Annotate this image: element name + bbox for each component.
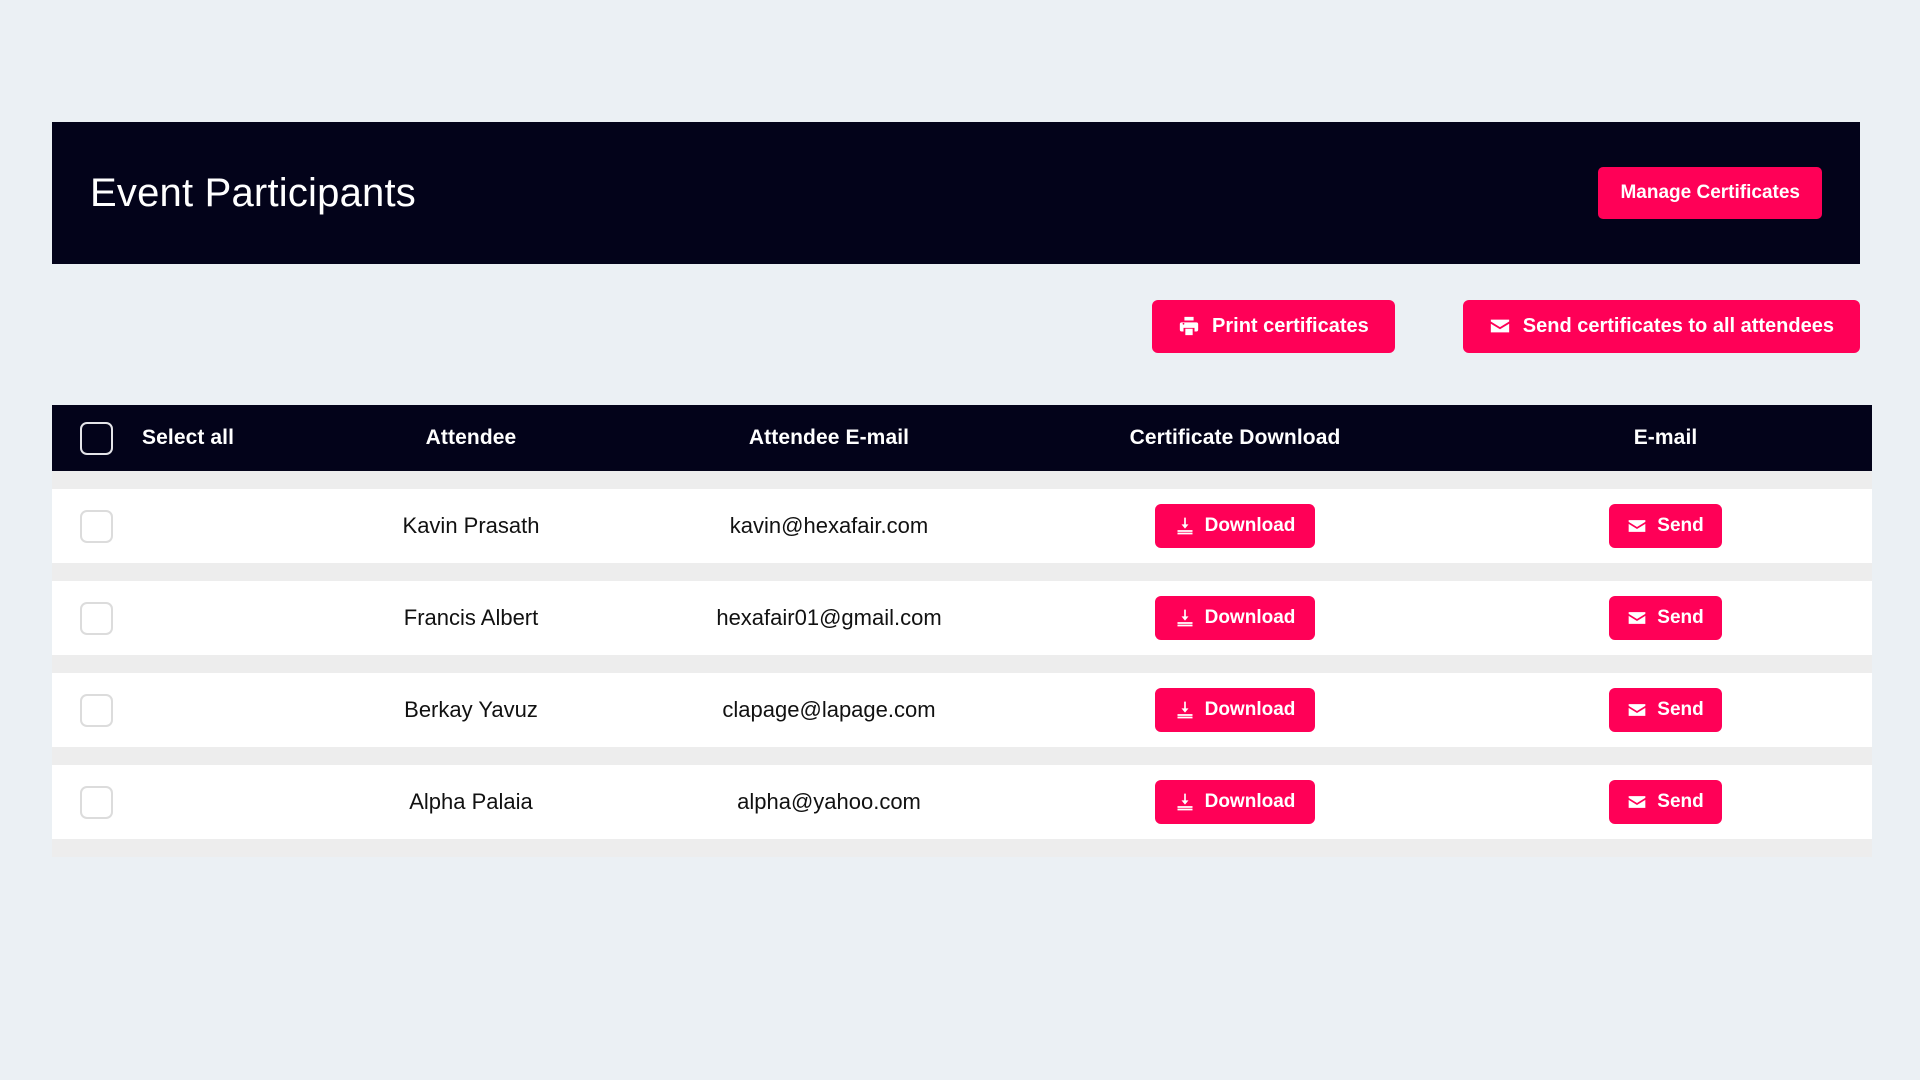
print-certificates-label: Print certificates <box>1212 314 1369 337</box>
row-select-checkbox[interactable] <box>79 509 113 543</box>
table-row-separator <box>52 655 1872 673</box>
envelope-icon <box>1627 516 1647 536</box>
column-header-attendee: Attendee <box>425 426 517 449</box>
row-checkbox-cell <box>52 509 140 543</box>
select-all-checkbox-cell <box>52 421 140 455</box>
table-row-separator <box>52 839 1872 857</box>
attendee-email: hexafair01@gmail.com <box>716 605 942 630</box>
column-header-select-all: Select all <box>142 426 235 449</box>
table-body: Kavin Prasath kavin@hexafair.com Download S… <box>52 471 1872 857</box>
download-cell: Download <box>1011 596 1459 640</box>
envelope-icon <box>1627 608 1647 628</box>
table-row: Francis Albert hexafair01@gmail.com Downlo… <box>52 581 1872 655</box>
send-button-label: Send <box>1657 607 1704 628</box>
attendee-email: alpha@yahoo.com <box>737 789 921 814</box>
print-certificates-button[interactable]: Print certificates <box>1152 299 1395 353</box>
row-select-checkbox[interactable] <box>79 785 113 819</box>
download-cell: Download <box>1011 688 1459 732</box>
attendee-name: Berkay Yavuz <box>404 697 538 722</box>
row-checkbox-cell <box>52 601 140 635</box>
participants-table: Select all Attendee Attendee E-mail Cert… <box>52 405 1872 857</box>
select-all-checkbox[interactable] <box>79 421 113 455</box>
attendee-email: kavin@hexafair.com <box>729 513 929 538</box>
send-certificate-button[interactable]: Send <box>1609 780 1722 824</box>
page-header-banner: Event Participants Manage Certificates <box>52 122 1860 264</box>
download-certificate-button[interactable]: Download <box>1154 688 1316 732</box>
download-icon <box>1175 608 1195 628</box>
send-cell: Send <box>1459 688 1872 732</box>
send-certificate-button[interactable]: Send <box>1609 504 1722 548</box>
send-button-label: Send <box>1657 699 1704 720</box>
download-certificate-button[interactable]: Download <box>1154 504 1316 548</box>
envelope-icon <box>1627 700 1647 720</box>
send-cell: Send <box>1459 504 1872 548</box>
send-certificate-button[interactable]: Send <box>1609 688 1722 732</box>
table-row: Alpha Palaia alpha@yahoo.com Download Send <box>52 765 1872 839</box>
manage-certificates-button[interactable]: Manage Certificates <box>1598 167 1822 219</box>
download-button-label: Download <box>1204 699 1296 720</box>
attendee-name: Francis Albert <box>403 605 539 630</box>
download-cell: Download <box>1011 504 1459 548</box>
send-button-label: Send <box>1657 515 1704 536</box>
column-header-attendee-email: Attendee E-mail <box>748 426 910 449</box>
table-row: Kavin Prasath kavin@hexafair.com Download S… <box>52 489 1872 563</box>
download-cell: Download <box>1011 780 1459 824</box>
table-row: Berkay Yavuz clapage@lapage.com Download Se… <box>52 673 1872 747</box>
row-checkbox-cell <box>52 693 140 727</box>
participants-page: Event Participants Manage Certificates P… <box>0 0 1920 1080</box>
table-row-separator <box>52 471 1872 489</box>
send-button-label: Send <box>1657 791 1704 812</box>
attendee-name: Kavin Prasath <box>402 513 540 538</box>
table-row-separator <box>52 747 1872 765</box>
download-icon <box>1175 700 1195 720</box>
attendee-name: Alpha Palaia <box>409 789 533 814</box>
envelope-icon <box>1627 792 1647 812</box>
page-title: Event Participants <box>90 171 416 215</box>
table-row-separator <box>52 563 1872 581</box>
send-cell: Send <box>1459 780 1872 824</box>
download-button-label: Download <box>1204 515 1296 536</box>
download-icon <box>1175 792 1195 812</box>
column-header-email: E-mail <box>1633 426 1698 449</box>
download-button-label: Download <box>1204 791 1296 812</box>
send-cell: Send <box>1459 596 1872 640</box>
row-select-checkbox[interactable] <box>79 601 113 635</box>
column-header-certificate-download: Certificate Download <box>1129 426 1341 449</box>
row-checkbox-cell <box>52 785 140 819</box>
download-icon <box>1175 516 1195 536</box>
download-button-label: Download <box>1204 607 1296 628</box>
table-header-row: Select all Attendee Attendee E-mail Cert… <box>52 405 1872 471</box>
download-certificate-button[interactable]: Download <box>1154 780 1316 824</box>
send-certificate-button[interactable]: Send <box>1609 596 1722 640</box>
attendee-email: clapage@lapage.com <box>722 697 936 722</box>
send-certificates-all-button[interactable]: Send certificates to all attendees <box>1462 299 1860 353</box>
action-bar: Print certificates Send certificates to … <box>52 296 1860 356</box>
send-certificates-all-label: Send certificates to all attendees <box>1522 314 1834 337</box>
envelope-icon <box>1489 315 1511 337</box>
download-certificate-button[interactable]: Download <box>1154 596 1316 640</box>
printer-icon <box>1178 315 1200 337</box>
row-select-checkbox[interactable] <box>79 693 113 727</box>
